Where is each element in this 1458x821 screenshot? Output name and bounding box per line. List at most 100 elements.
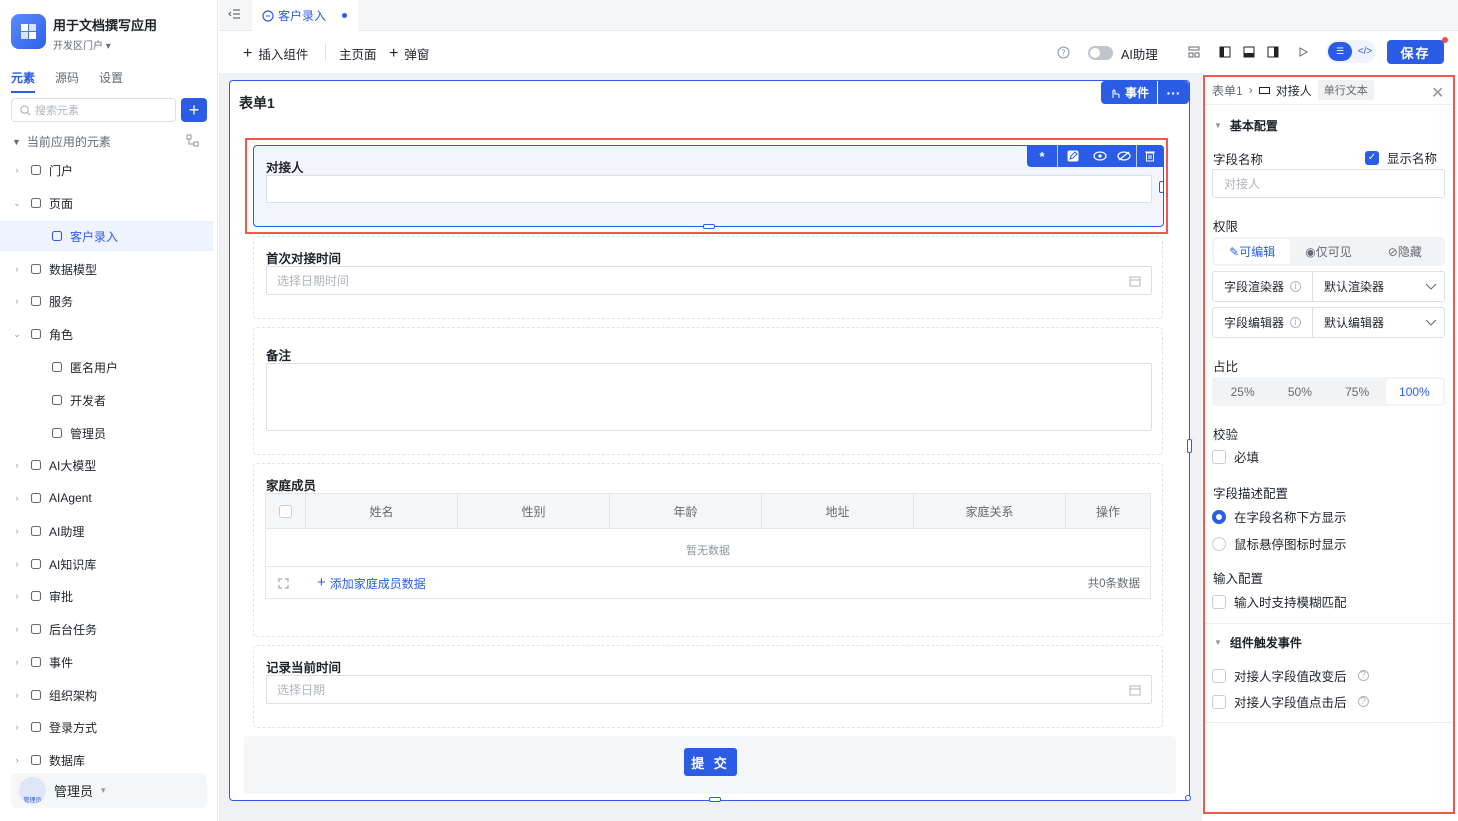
- close-icon[interactable]: ✕: [1431, 83, 1444, 103]
- field-name-input[interactable]: 对接人: [1212, 169, 1445, 198]
- sidebar-item[interactable]: › 门户: [0, 155, 213, 185]
- more-button[interactable]: ···: [1158, 81, 1189, 104]
- required-checkbox[interactable]: 必填: [1212, 447, 1259, 466]
- fuzzy-match-checkbox[interactable]: 输入时支持模糊匹配: [1212, 592, 1347, 611]
- sidebar-item[interactable]: ⌄ 页面: [0, 188, 213, 218]
- chevron-right-icon[interactable]: ›: [11, 755, 23, 765]
- help-icon[interactable]: ?: [1055, 44, 1071, 60]
- basic-config-section[interactable]: ▼ 基本配置: [1214, 117, 1278, 134]
- save-button[interactable]: 保存: [1387, 40, 1444, 64]
- show-name-checkbox[interactable]: ✓ 显示名称: [1365, 148, 1437, 167]
- events-section[interactable]: ▼ 组件触发事件: [1214, 634, 1302, 651]
- code-mode-icon[interactable]: </>: [1356, 42, 1374, 61]
- chevron-right-icon[interactable]: ›: [11, 460, 23, 470]
- page-tab-customer-entry[interactable]: 客户录入: [252, 0, 358, 31]
- hide-icon[interactable]: [1112, 145, 1136, 167]
- chevron-right-icon[interactable]: ›: [11, 722, 23, 732]
- desc-below-radio[interactable]: 在字段名称下方显示: [1212, 507, 1347, 526]
- event-on-change-checkbox[interactable]: 对接人字段值改变后?: [1212, 666, 1369, 685]
- resize-handle-bottom[interactable]: [703, 224, 715, 229]
- desc-hover-radio[interactable]: 鼠标悬停图标时显示: [1212, 534, 1347, 553]
- chevron-right-icon[interactable]: ›: [11, 493, 23, 503]
- resize-handle-right[interactable]: [1159, 181, 1164, 193]
- sidebar-item[interactable]: › 数据模型: [0, 254, 213, 284]
- field-first-contact-time[interactable]: 首次对接时间 选择日期时间: [253, 236, 1163, 319]
- ratio-100[interactable]: 100%: [1385, 379, 1443, 404]
- add-family-member-link[interactable]: + 添加家庭成员数据: [317, 575, 426, 592]
- resize-handle-corner[interactable]: [1185, 795, 1191, 801]
- contact-input[interactable]: [266, 175, 1152, 203]
- ratio-25[interactable]: 25%: [1214, 379, 1271, 404]
- field-record-time[interactable]: 记录当前时间 选择日期: [253, 645, 1163, 728]
- ratio-50[interactable]: 50%: [1271, 379, 1328, 404]
- sidebar-item[interactable]: › 后台任务: [0, 614, 213, 644]
- field-remark[interactable]: 备注: [253, 327, 1163, 455]
- permission-view-only[interactable]: ◉ 仅可见: [1290, 239, 1366, 264]
- resize-handle-right[interactable]: [1187, 439, 1192, 453]
- chevron-right-icon[interactable]: ›: [11, 591, 23, 601]
- popup-button[interactable]: + 弹窗: [389, 44, 429, 63]
- panel-bottom-icon[interactable]: [1241, 44, 1257, 60]
- sidebar-item[interactable]: ⌄ 角色: [0, 319, 213, 349]
- editor-select[interactable]: 字段编辑器 i 默认编辑器: [1212, 307, 1445, 338]
- ratio-75[interactable]: 75%: [1329, 379, 1386, 404]
- sidebar-item[interactable]: › AI助理: [0, 516, 213, 546]
- date-input[interactable]: 选择日期: [266, 675, 1152, 704]
- datetime-input[interactable]: 选择日期时间: [266, 266, 1152, 295]
- preview-play-icon[interactable]: [1295, 44, 1311, 60]
- resize-handle-bottom[interactable]: [709, 797, 721, 802]
- required-star-icon[interactable]: *: [1027, 145, 1057, 167]
- panel-right-icon[interactable]: [1265, 44, 1281, 60]
- edit-icon[interactable]: [1058, 145, 1088, 167]
- permission-editable[interactable]: ✎ 可编辑: [1214, 239, 1291, 264]
- chevron-right-icon[interactable]: ›: [11, 526, 23, 536]
- permission-hidden[interactable]: ⊘ 隐藏: [1367, 239, 1443, 264]
- event-on-click-checkbox[interactable]: 对接人字段值点击后?: [1212, 692, 1369, 711]
- sidebar-item[interactable]: 开发者: [0, 385, 213, 415]
- delete-icon[interactable]: [1137, 145, 1163, 167]
- layout-grid-icon[interactable]: [1186, 44, 1202, 60]
- sidebar-item[interactable]: › AIAgent: [0, 483, 213, 513]
- sidebar-item[interactable]: 客户录入: [0, 221, 213, 251]
- fullscreen-icon[interactable]: [278, 578, 289, 589]
- main-page-button[interactable]: 主页面: [339, 44, 377, 63]
- section-toggle[interactable]: ▼ 当前应用的元素: [12, 133, 111, 150]
- insert-component-button[interactable]: + 插入组件: [243, 44, 308, 63]
- visual-mode-icon[interactable]: ☰: [1328, 42, 1352, 61]
- chevron-right-icon[interactable]: ›: [11, 165, 23, 175]
- chevron-right-icon[interactable]: ›: [11, 264, 23, 274]
- sidebar-item[interactable]: 匿名用户: [0, 352, 213, 382]
- submit-button[interactable]: 提 交: [684, 748, 737, 776]
- event-button[interactable]: 事件: [1101, 81, 1157, 104]
- panel-left-icon[interactable]: [1217, 44, 1233, 60]
- renderer-select[interactable]: 字段渲染器 i 默认渲染器: [1212, 271, 1445, 302]
- chevron-down-icon[interactable]: ⌄: [11, 329, 23, 340]
- tab-source[interactable]: 源码: [55, 69, 79, 93]
- chevron-right-icon[interactable]: ›: [11, 657, 23, 667]
- view-icon[interactable]: [1088, 145, 1112, 167]
- portal-selector[interactable]: 开发区门户 ▾: [53, 37, 111, 52]
- ai-assistant-toggle[interactable]: [1088, 46, 1113, 60]
- tab-settings[interactable]: 设置: [99, 69, 123, 93]
- user-menu[interactable]: 管理员 管理员 ▾: [11, 773, 207, 808]
- chevron-down-icon[interactable]: ⌄: [11, 198, 23, 209]
- add-element-button[interactable]: +: [181, 98, 207, 122]
- tab-elements[interactable]: 元素: [11, 69, 36, 93]
- sidebar-item[interactable]: › 审批: [0, 581, 213, 611]
- chevron-right-icon[interactable]: ›: [11, 296, 23, 306]
- sidebar-item[interactable]: › 登录方式: [0, 712, 213, 742]
- sidebar-item[interactable]: › AI知识库: [0, 549, 213, 579]
- chevron-right-icon[interactable]: ›: [11, 690, 23, 700]
- chevron-right-icon[interactable]: ›: [11, 624, 23, 634]
- select-all-checkbox[interactable]: [279, 505, 292, 518]
- sidebar-item[interactable]: › 事件: [0, 647, 213, 677]
- sidebar-item[interactable]: › 组织架构: [0, 680, 213, 710]
- remark-textarea[interactable]: [266, 363, 1152, 431]
- sidebar-item[interactable]: › AI大模型: [0, 450, 213, 480]
- structure-icon[interactable]: [186, 134, 199, 147]
- chevron-right-icon[interactable]: ›: [11, 559, 23, 569]
- breadcrumb-root[interactable]: 表单1: [1212, 82, 1243, 99]
- sidebar-item[interactable]: 管理员: [0, 418, 213, 448]
- sidebar-item[interactable]: › 服务: [0, 286, 213, 316]
- search-input[interactable]: 搜索元素: [11, 98, 176, 122]
